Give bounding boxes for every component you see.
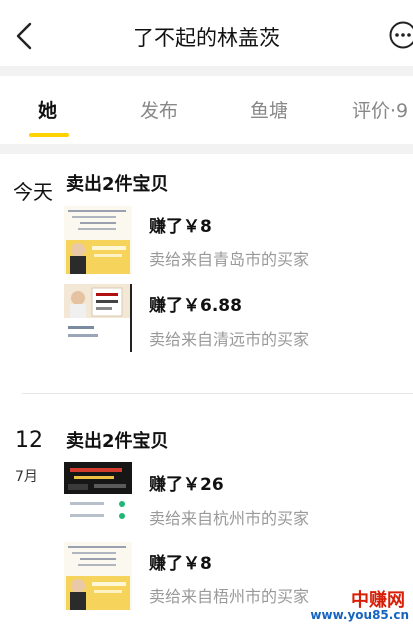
top-navbar: 了不起的林盖茨 bbox=[0, 0, 413, 66]
item-thumbnail[interactable] bbox=[64, 206, 132, 274]
item-thumbnail[interactable] bbox=[64, 462, 132, 530]
more-options-icon[interactable] bbox=[388, 20, 413, 50]
section-divider bbox=[22, 393, 413, 394]
buyer-location: 卖给来自梧州市的买家 bbox=[149, 587, 310, 606]
tabs-divider bbox=[0, 144, 413, 154]
group-date: 今天 bbox=[13, 180, 53, 204]
header-divider bbox=[0, 66, 413, 76]
item-thumbnail[interactable] bbox=[64, 542, 132, 610]
group-day: 12 bbox=[15, 428, 43, 453]
active-tab-indicator bbox=[29, 133, 69, 137]
earned-amount: 赚了￥6.88 bbox=[149, 296, 242, 316]
dark-video-thumbnail-icon bbox=[64, 462, 132, 530]
earned-amount: 赚了￥8 bbox=[149, 217, 212, 237]
tab-her[interactable]: 她 bbox=[38, 96, 57, 123]
buyer-location: 卖给来自清远市的买家 bbox=[149, 330, 310, 349]
group-month: 7月 bbox=[15, 469, 38, 485]
yellow-banner-thumbnail-icon bbox=[64, 206, 132, 274]
person-book-thumbnail-icon bbox=[64, 284, 132, 352]
earned-amount: 赚了￥26 bbox=[149, 475, 224, 495]
tab-fishpond[interactable]: 鱼塘 bbox=[250, 96, 288, 123]
page-title: 了不起的林盖茨 bbox=[133, 26, 280, 50]
earned-amount: 赚了￥8 bbox=[149, 554, 212, 574]
group-title: 卖出2件宝贝 bbox=[66, 174, 169, 195]
tab-bar: 她 发布 鱼塘 评价·9 bbox=[0, 76, 413, 144]
buyer-location: 卖给来自杭州市的买家 bbox=[149, 509, 310, 528]
buyer-location: 卖给来自青岛市的买家 bbox=[149, 250, 310, 269]
group-title: 卖出2件宝贝 bbox=[66, 431, 169, 452]
watermark-url: www.you85.cn bbox=[310, 608, 409, 622]
yellow-banner-thumbnail-icon bbox=[64, 542, 132, 610]
site-watermark: 中赚网 www.you85.cn bbox=[310, 584, 413, 626]
item-thumbnail[interactable] bbox=[64, 284, 132, 352]
tab-reviews[interactable]: 评价·9 bbox=[352, 96, 408, 123]
tab-published[interactable]: 发布 bbox=[140, 96, 178, 123]
